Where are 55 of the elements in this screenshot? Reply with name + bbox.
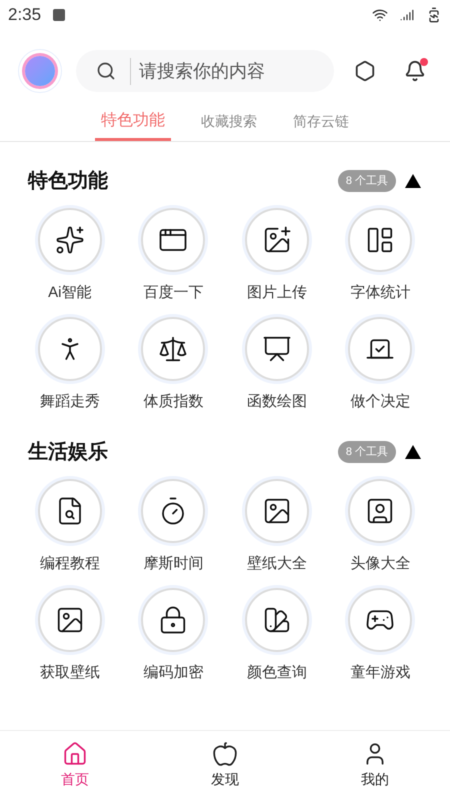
signal-icon [400, 8, 414, 22]
status-time: 2:35 [8, 4, 42, 26]
tab[interactable]: 收藏搜索 [195, 104, 263, 141]
tool-item[interactable]: 舞蹈走秀 [18, 316, 122, 413]
tool-count-badge: 8 个工具 [338, 440, 396, 464]
tool-item[interactable]: 图片上传 [225, 208, 328, 304]
tool-item[interactable]: 字体统计 [328, 208, 432, 304]
tool-label: Ai智能 [48, 283, 92, 303]
tool-label: 编码加密 [143, 662, 204, 682]
tool-item[interactable]: 体质指数 [122, 316, 225, 413]
tool-item[interactable]: 编码加密 [122, 588, 225, 684]
tab[interactable]: 简存云链 [287, 104, 355, 141]
tool-label: 做个决定 [350, 392, 410, 412]
notification-bell-button[interactable] [404, 60, 426, 82]
tool-item[interactable]: 百度一下 [122, 208, 225, 304]
tool-count-badge: 8 个工具 [338, 170, 396, 192]
tool-item[interactable]: 童年游戏 [328, 588, 432, 684]
house-icon [62, 741, 88, 767]
tool-label: 函数绘图 [246, 392, 307, 412]
tool-label: 字体统计 [350, 283, 410, 303]
wifi-icon [372, 7, 388, 23]
apple-icon [212, 741, 238, 767]
section-title: 生活娱乐 [28, 440, 109, 465]
tool-label: 编程教程 [40, 554, 100, 574]
collapse-triangle-icon[interactable] [404, 173, 422, 189]
collapse-triangle-icon[interactable] [404, 444, 422, 460]
sparkle-lines-icon [54, 225, 85, 255]
tool-item[interactable]: 头像大全 [328, 479, 432, 576]
tool-label: 获取壁纸 [40, 662, 100, 682]
tool-label: 颜色查询 [246, 662, 307, 682]
tool-label: 童年游戏 [350, 662, 410, 682]
tool-label: 体质指数 [143, 392, 204, 412]
tool-item[interactable]: 获取壁纸 [18, 588, 122, 684]
tool-label: 摩斯时间 [143, 554, 204, 574]
tool-item[interactable]: 壁纸大全 [225, 479, 328, 576]
tool-item[interactable]: 编程教程 [18, 479, 122, 576]
planet-logo-icon [18, 49, 62, 93]
tool-item[interactable]: 函数绘图 [225, 316, 328, 413]
search-field[interactable]: 请搜索你的内容 [76, 50, 334, 92]
tool-item[interactable]: 颜色查询 [225, 588, 328, 684]
tool-item[interactable]: 做个决定 [328, 316, 432, 413]
nav-tab[interactable]: 首页 [0, 731, 150, 800]
tool-label: 头像大全 [350, 554, 410, 574]
tool-label: 壁纸大全 [246, 554, 307, 574]
nav-tab[interactable]: 发现 [150, 731, 300, 800]
search-input[interactable]: 请搜索你的内容 [130, 58, 314, 84]
tool-label: 舞蹈走秀 [40, 392, 100, 412]
tool-item[interactable]: Ai智能 [18, 208, 122, 304]
tool-label: 百度一下 [143, 283, 204, 303]
nav-tab[interactable]: 我的 [300, 731, 450, 800]
tool-item[interactable]: 摩斯时间 [122, 479, 225, 576]
settings-icon[interactable] [354, 60, 376, 82]
tool-label: 图片上传 [246, 283, 307, 303]
search-icon [96, 61, 116, 81]
section-title: 特色功能 [28, 169, 109, 194]
